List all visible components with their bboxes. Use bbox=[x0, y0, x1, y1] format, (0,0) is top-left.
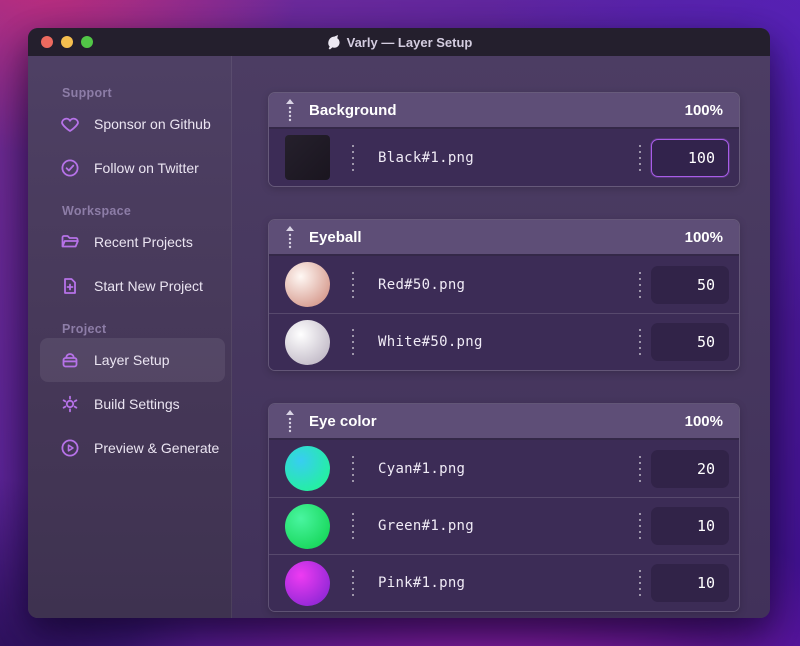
layer-filename: Cyan#1.png bbox=[378, 460, 466, 477]
layer-row: Red#50.png bbox=[269, 256, 739, 313]
sidebar-item-label: Follow on Twitter bbox=[94, 160, 199, 176]
layer-weight-input[interactable] bbox=[651, 265, 729, 304]
layer-group-percent: 100% bbox=[684, 228, 723, 246]
layer-setup-panel: Background 100% Black#1.png Eyeball 100% bbox=[232, 56, 770, 618]
layer-filename: White#50.png bbox=[378, 334, 483, 350]
dotted-divider bbox=[352, 513, 354, 539]
check-badge-icon bbox=[60, 158, 80, 178]
zoom-window-button[interactable] bbox=[81, 36, 93, 48]
sidebar-item-label: Layer Setup bbox=[94, 352, 170, 368]
layer-thumbnail bbox=[285, 319, 330, 365]
sidebar-section-support: Support Sponsor on Github Follow on Twit… bbox=[28, 86, 231, 190]
title-bar[interactable]: Varly — Layer Setup bbox=[28, 28, 770, 56]
sidebar-item-build-settings[interactable]: Build Settings bbox=[40, 382, 225, 426]
section-label-workspace: Workspace bbox=[62, 204, 132, 218]
file-plus-icon bbox=[60, 276, 80, 296]
sidebar-item-sponsor-on-github[interactable]: Sponsor on Github bbox=[40, 102, 225, 146]
layer-thumbnail bbox=[285, 503, 330, 549]
sidebar-item-label: Preview & Generate bbox=[94, 440, 220, 456]
layer-thumbnail bbox=[285, 560, 330, 606]
layer-row: White#50.png bbox=[269, 313, 739, 370]
close-window-button[interactable] bbox=[41, 36, 53, 48]
dotted-divider bbox=[639, 329, 641, 355]
layer-filename: Black#1.png bbox=[378, 149, 475, 166]
dotted-divider bbox=[639, 144, 641, 171]
sidebar-item-label: Build Settings bbox=[94, 396, 180, 412]
layer-weight-input[interactable] bbox=[651, 323, 729, 361]
sidebar-item-start-new-project[interactable]: Start New Project bbox=[40, 264, 225, 308]
sidebar-item-recent-projects[interactable]: Recent Projects bbox=[40, 220, 225, 264]
drag-handle-icon[interactable] bbox=[285, 409, 295, 433]
dotted-divider bbox=[639, 271, 641, 298]
layer-thumbnail bbox=[285, 135, 330, 180]
layer-group-header: Background 100% bbox=[269, 93, 739, 129]
dotted-divider bbox=[639, 513, 641, 539]
layer-filename: Pink#1.png bbox=[378, 575, 466, 591]
sidebar-item-label: Recent Projects bbox=[94, 234, 193, 250]
layer-group-title: Eye color bbox=[309, 412, 377, 430]
layer-group-percent: 100% bbox=[684, 101, 723, 119]
layer-filename: Red#50.png bbox=[378, 276, 466, 293]
section-label-support: Support bbox=[62, 86, 113, 100]
layer-group-title: Eyeball bbox=[309, 228, 362, 246]
layer-group-header: Eye color 100% bbox=[269, 404, 739, 440]
layer-row: Black#1.png bbox=[269, 129, 739, 186]
traffic-lights bbox=[41, 36, 93, 48]
layer-thumbnail bbox=[285, 262, 330, 307]
layer-row: Green#1.png bbox=[269, 497, 739, 554]
layer-group-title: Background bbox=[309, 101, 397, 119]
layer-weight-input[interactable] bbox=[651, 449, 729, 488]
gear-icon bbox=[60, 394, 80, 414]
layer-group-eye-color: Eye color 100% Cyan#1.png Green#1.png bbox=[268, 403, 740, 612]
window-title-text: Varly — Layer Setup bbox=[346, 34, 473, 50]
sidebar-section-project: Project Layer Setup Build Settings Previ… bbox=[28, 322, 231, 470]
layer-weight-input[interactable] bbox=[651, 507, 729, 545]
layer-weight-input[interactable] bbox=[651, 564, 729, 602]
layer-weight-input[interactable] bbox=[651, 138, 729, 177]
sidebar-item-preview-generate[interactable]: Preview & Generate bbox=[40, 426, 225, 470]
app-window: Varly — Layer Setup Support Sponsor on G… bbox=[28, 28, 770, 618]
drag-handle-icon[interactable] bbox=[285, 98, 295, 122]
section-label-project: Project bbox=[62, 322, 107, 336]
sidebar: Support Sponsor on Github Follow on Twit… bbox=[28, 56, 232, 618]
layer-filename: Green#1.png bbox=[378, 518, 475, 534]
dotted-divider bbox=[352, 144, 354, 171]
layer-group-eyeball: Eyeball 100% Red#50.png White#50.png bbox=[268, 219, 740, 371]
unicorn-app-icon bbox=[327, 34, 340, 50]
sidebar-item-label: Start New Project bbox=[94, 278, 203, 294]
layers-icon bbox=[60, 350, 80, 370]
drag-handle-icon[interactable] bbox=[285, 225, 295, 249]
layer-group-percent: 100% bbox=[684, 412, 723, 430]
dotted-divider bbox=[352, 570, 354, 596]
sidebar-item-label: Sponsor on Github bbox=[94, 116, 211, 132]
layer-group-background: Background 100% Black#1.png bbox=[268, 92, 740, 187]
sidebar-section-workspace: Workspace Recent Projects Start New Proj… bbox=[28, 204, 231, 308]
dotted-divider bbox=[352, 329, 354, 355]
dotted-divider bbox=[639, 455, 641, 482]
layer-row: Pink#1.png bbox=[269, 554, 739, 611]
heart-icon bbox=[60, 114, 80, 134]
folder-icon bbox=[60, 232, 80, 252]
play-circle-icon bbox=[60, 438, 80, 458]
layer-thumbnail bbox=[285, 446, 330, 491]
layer-group-header: Eyeball 100% bbox=[269, 220, 739, 256]
window-title: Varly — Layer Setup bbox=[326, 34, 473, 50]
layer-row: Cyan#1.png bbox=[269, 440, 739, 497]
sidebar-item-follow-on-twitter[interactable]: Follow on Twitter bbox=[40, 146, 225, 190]
dotted-divider bbox=[639, 570, 641, 596]
minimize-window-button[interactable] bbox=[61, 36, 73, 48]
dotted-divider bbox=[352, 455, 354, 482]
dotted-divider bbox=[352, 271, 354, 298]
sidebar-item-layer-setup[interactable]: Layer Setup bbox=[40, 338, 225, 382]
